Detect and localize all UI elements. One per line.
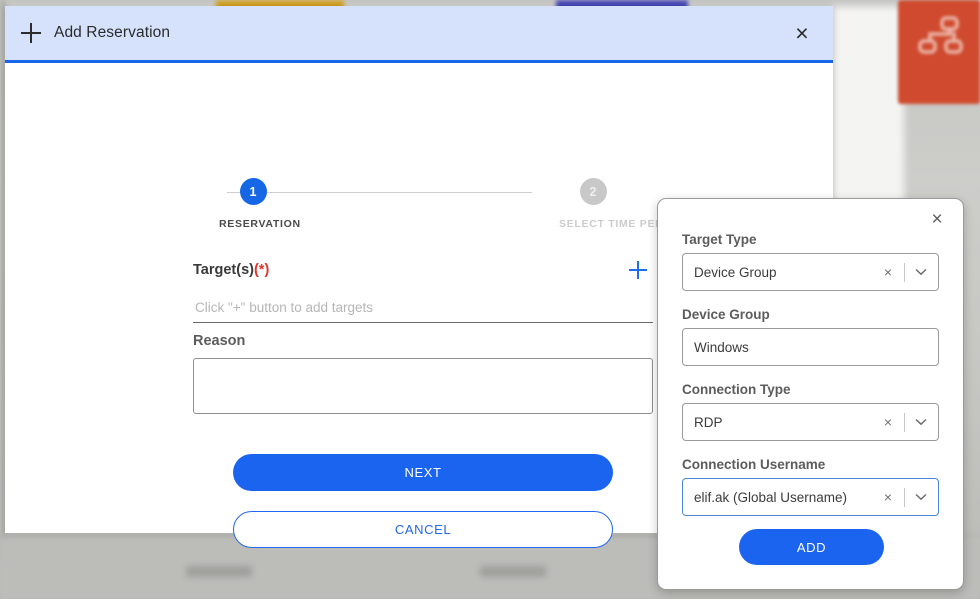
dialog-header: Add Reservation × bbox=[5, 6, 833, 63]
target-type-label: Target Type bbox=[682, 232, 757, 247]
separator bbox=[904, 487, 905, 507]
device-group-value: Windows bbox=[694, 339, 749, 355]
targets-label-row: Target(s)(*) bbox=[193, 259, 653, 281]
dialog-title: Add Reservation bbox=[54, 24, 171, 41]
reason-textarea[interactable] bbox=[193, 358, 653, 414]
stepper-step-1-number: 1 bbox=[239, 178, 267, 205]
targets-field-group: Target(s)(*) bbox=[193, 259, 653, 323]
stepper-step-reservation[interactable]: 1 RESERVATION bbox=[219, 173, 301, 230]
connection-type-label: Connection Type bbox=[682, 382, 791, 397]
stepper-step-1-label: RESERVATION bbox=[219, 218, 301, 230]
chevron-down-icon[interactable] bbox=[912, 418, 930, 426]
panel-fields: Target Type Device Group × Device Group … bbox=[658, 199, 963, 516]
connection-type-select[interactable]: RDP × bbox=[682, 403, 939, 441]
plus-icon bbox=[20, 22, 42, 44]
target-type-clear-icon[interactable]: × bbox=[879, 264, 897, 280]
next-button[interactable]: NEXT bbox=[233, 454, 613, 491]
targets-input[interactable] bbox=[193, 292, 653, 323]
stepper-step-select-time-period[interactable]: 2 SELECT TIME PERIOD bbox=[559, 173, 685, 230]
add-button[interactable]: ADD bbox=[739, 529, 884, 565]
panel-close-icon[interactable]: × bbox=[925, 207, 949, 231]
cancel-button[interactable]: CANCEL bbox=[233, 511, 613, 548]
connection-username-clear-icon[interactable]: × bbox=[879, 489, 897, 505]
device-group-input[interactable]: Windows bbox=[682, 328, 939, 366]
connection-username-value: elif.ak (Global Username) bbox=[694, 489, 848, 505]
background-text-blur-left bbox=[186, 566, 252, 577]
stepper: 1 RESERVATION 2 SELECT TIME PERIOD bbox=[193, 173, 685, 239]
stepper-step-2-number: 2 bbox=[579, 178, 607, 205]
target-type-value: Device Group bbox=[694, 264, 777, 280]
connection-username-select[interactable]: elif.ak (Global Username) × bbox=[682, 478, 939, 516]
network-topology-icon bbox=[916, 14, 970, 72]
background-text-blur-right bbox=[480, 566, 546, 577]
connection-type-value: RDP bbox=[694, 414, 723, 430]
chevron-down-icon[interactable] bbox=[912, 493, 930, 501]
reason-field-group: Reason bbox=[193, 333, 653, 419]
connection-username-label: Connection Username bbox=[682, 457, 826, 472]
connection-type-clear-icon[interactable]: × bbox=[879, 414, 897, 430]
chevron-down-icon[interactable] bbox=[912, 268, 930, 276]
required-marker: (*) bbox=[253, 262, 270, 278]
reason-label: Reason bbox=[193, 333, 246, 349]
target-type-select[interactable]: Device Group × bbox=[682, 253, 939, 291]
screen: Add Reservation × 1 RESERVATION 2 SELECT… bbox=[0, 0, 980, 599]
stepper-step-2-label: SELECT TIME PERIOD bbox=[559, 218, 685, 230]
close-icon[interactable]: × bbox=[788, 19, 816, 47]
add-target-panel: × Target Type Device Group × Device Grou… bbox=[657, 198, 964, 590]
separator bbox=[904, 262, 905, 282]
separator bbox=[904, 412, 905, 432]
targets-label: Target(s)(*) bbox=[193, 262, 269, 278]
add-target-plus-icon[interactable] bbox=[627, 259, 649, 281]
device-group-label: Device Group bbox=[682, 307, 770, 322]
targets-label-text: Target(s) bbox=[193, 262, 254, 278]
